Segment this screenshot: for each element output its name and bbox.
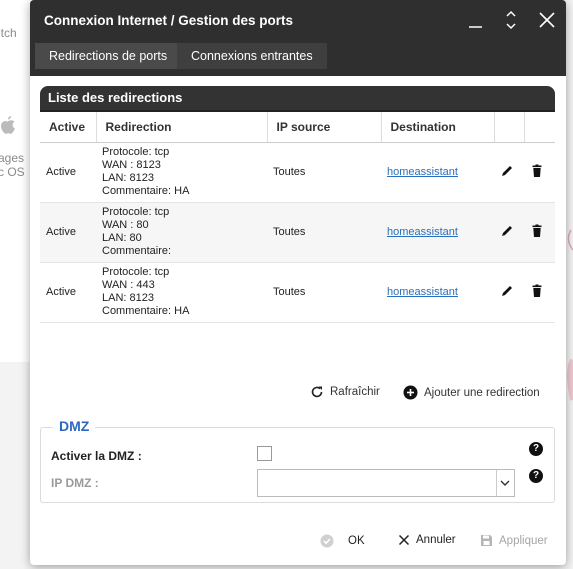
row-ip-source: Toutes bbox=[267, 262, 381, 323]
delete-redirection-button[interactable] bbox=[530, 164, 544, 178]
column-header-active[interactable]: Active bbox=[40, 112, 97, 143]
column-header-ip-source[interactable]: IP source bbox=[267, 112, 382, 143]
refresh-button[interactable]: Rafraîchir bbox=[310, 385, 380, 399]
cancel-button[interactable]: Annuler bbox=[398, 534, 456, 546]
column-header-redirection[interactable]: Redirection bbox=[96, 112, 268, 143]
close-icon bbox=[539, 12, 555, 28]
row-destination-link[interactable]: homeassistant bbox=[387, 286, 458, 298]
table-header-row: Active Redirection IP source Destination bbox=[40, 112, 555, 143]
row-destination-link[interactable]: homeassistant bbox=[387, 226, 458, 238]
row-active-status: Active bbox=[40, 142, 96, 203]
help-icon[interactable]: ? bbox=[529, 469, 543, 483]
row-active-status: Active bbox=[40, 262, 96, 323]
edit-redirection-button[interactable] bbox=[500, 224, 514, 238]
dmz-fieldset: DMZ Activer la DMZ : ? IP DMZ : ? bbox=[40, 418, 555, 503]
edit-redirection-button[interactable] bbox=[500, 284, 514, 298]
add-redirection-label: Ajouter une redirection bbox=[424, 386, 540, 399]
row-active-status: Active bbox=[40, 202, 96, 263]
row-lan: LAN: 80 bbox=[102, 232, 142, 244]
row-comment: Commentaire: HA bbox=[102, 305, 190, 317]
redirections-panel: Liste des redirections Active Redirectio… bbox=[40, 86, 555, 323]
row-wan: WAN : 80 bbox=[102, 219, 149, 231]
row-redirection-cell: Protocole: tcp WAN : 443 LAN: 8123 Comme… bbox=[96, 262, 267, 323]
tab-incoming-connections[interactable]: Connexions entrantes bbox=[177, 43, 327, 69]
pencil-icon bbox=[502, 285, 512, 296]
dmz-legend: DMZ bbox=[53, 418, 96, 434]
row-destination-link[interactable]: homeassistant bbox=[387, 166, 458, 178]
column-header-destination[interactable]: Destination bbox=[381, 112, 495, 143]
tab-port-redirections[interactable]: Redirections de ports bbox=[35, 43, 182, 69]
cancel-label: Annuler bbox=[416, 534, 456, 546]
dialog-title: Connexion Internet / Gestion des ports bbox=[44, 13, 294, 28]
row-ip-source: Toutes bbox=[267, 142, 381, 203]
row-comment: Commentaire: HA bbox=[102, 185, 190, 197]
pencil-icon bbox=[502, 165, 512, 176]
refresh-icon bbox=[311, 386, 323, 398]
port-management-dialog: Connexion Internet / Gestion des ports R… bbox=[30, 0, 566, 565]
help-icon[interactable]: ? bbox=[529, 442, 543, 456]
minimize-icon bbox=[469, 26, 482, 28]
apply-label: Appliquer bbox=[499, 534, 548, 547]
table-row[interactable]: Active Protocole: tcp WAN : 8123 LAN: 81… bbox=[40, 142, 555, 203]
delete-redirection-button[interactable] bbox=[530, 224, 544, 238]
enable-dmz-label: Activer la DMZ : bbox=[51, 449, 142, 463]
row-ip-source: Toutes bbox=[267, 202, 381, 263]
row-wan: WAN : 443 bbox=[102, 279, 155, 291]
dmz-ip-label: IP DMZ : bbox=[51, 476, 99, 490]
minimize-button[interactable] bbox=[464, 8, 488, 32]
close-icon bbox=[398, 534, 410, 546]
table-row[interactable]: Active Protocole: tcp WAN : 443 LAN: 812… bbox=[40, 262, 555, 323]
ok-label: OK bbox=[348, 535, 365, 547]
enable-dmz-checkbox[interactable] bbox=[257, 446, 272, 461]
expand-collapse-icon bbox=[506, 10, 516, 30]
apple-icon bbox=[1, 116, 15, 134]
row-redirection-cell: Protocole: tcp WAN : 80 LAN: 80 Commenta… bbox=[96, 202, 267, 263]
background-label: c OS bbox=[0, 165, 25, 179]
dialog-titlebar: Connexion Internet / Gestion des ports R… bbox=[30, 0, 566, 76]
column-header-delete bbox=[524, 112, 555, 143]
ok-button[interactable]: OK bbox=[320, 534, 365, 548]
apply-button[interactable]: Appliquer bbox=[480, 534, 548, 547]
redirections-table: Active Redirection IP source Destination… bbox=[40, 112, 555, 323]
row-lan: LAN: 8123 bbox=[102, 292, 154, 304]
delete-redirection-button[interactable] bbox=[530, 284, 544, 298]
add-redirection-button[interactable]: Ajouter une redirection bbox=[403, 385, 540, 400]
maximize-button[interactable] bbox=[499, 8, 523, 32]
trash-icon bbox=[532, 284, 542, 297]
column-header-edit bbox=[494, 112, 525, 143]
add-circle-icon bbox=[403, 385, 418, 400]
trash-icon bbox=[532, 224, 542, 237]
redirections-panel-title: Liste des redirections bbox=[48, 90, 183, 105]
close-button[interactable] bbox=[535, 8, 559, 32]
edit-redirection-button[interactable] bbox=[500, 164, 514, 178]
pencil-icon bbox=[502, 225, 512, 236]
redirections-panel-header: Liste des redirections bbox=[40, 86, 555, 112]
chevron-down-icon bbox=[496, 470, 510, 496]
row-redirection-cell: Protocole: tcp WAN : 8123 LAN: 8123 Comm… bbox=[96, 142, 267, 203]
check-circle-icon bbox=[320, 534, 334, 548]
row-comment: Commentaire: bbox=[102, 245, 172, 257]
row-protocol: Protocole: tcp bbox=[102, 146, 170, 158]
dmz-ip-select[interactable] bbox=[257, 469, 515, 497]
refresh-label: Rafraîchir bbox=[330, 386, 380, 398]
background-label: itch bbox=[0, 26, 17, 40]
row-wan: WAN : 8123 bbox=[102, 159, 161, 171]
table-row[interactable]: Active Protocole: tcp WAN : 80 LAN: 80 C… bbox=[40, 202, 555, 263]
trash-icon bbox=[532, 164, 542, 177]
row-lan: LAN: 8123 bbox=[102, 172, 154, 184]
row-protocol: Protocole: tcp bbox=[102, 266, 170, 278]
background-label: ages bbox=[0, 151, 25, 165]
save-icon bbox=[481, 535, 492, 546]
row-protocol: Protocole: tcp bbox=[102, 206, 170, 218]
